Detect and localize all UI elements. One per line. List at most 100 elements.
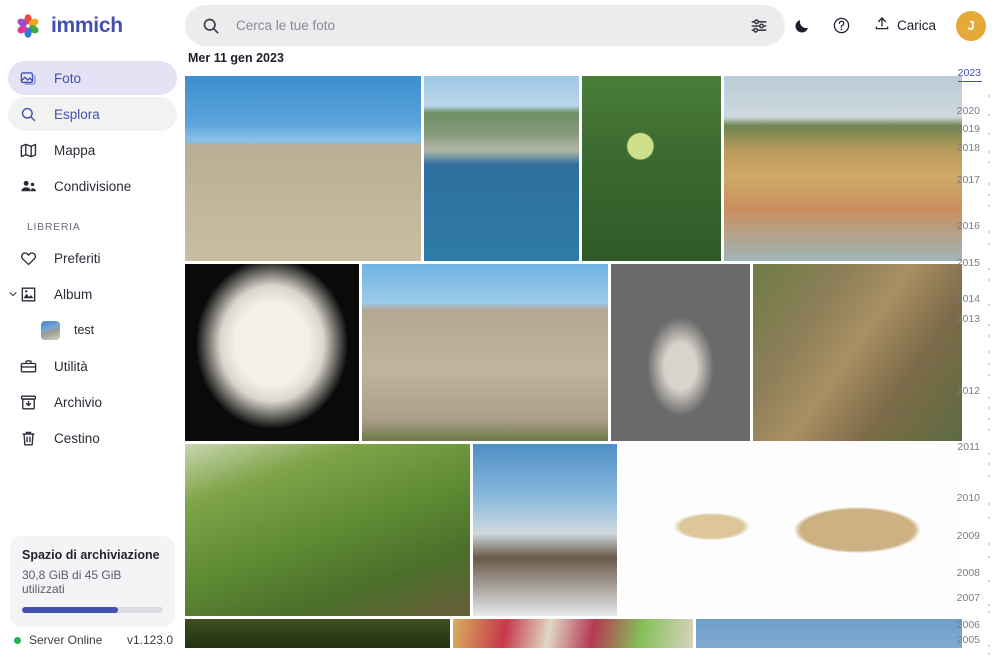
app-header: immich Cerca le tue foto Carica J (0, 0, 1000, 51)
sidebar-item-label: Mappa (54, 142, 96, 158)
scrubber-year[interactable]: 2015 (957, 257, 980, 269)
photo-grid-row (185, 619, 1000, 648)
scrubber-year[interactable]: 2014 (957, 293, 980, 305)
photo-colourful-flowers[interactable] (453, 619, 693, 648)
photo-snowy-village-roros[interactable] (473, 444, 617, 616)
photo-thumbnail (582, 76, 721, 261)
people-share-icon (19, 177, 38, 196)
scrubber-tick (988, 453, 990, 455)
scrubber-tick (988, 243, 990, 245)
scrubber-tick (988, 463, 990, 465)
scrubber-year[interactable]: 2006 (957, 619, 980, 631)
scrubber-year[interactable]: 2009 (957, 530, 980, 542)
scrubber-tick (988, 556, 990, 558)
immich-logo-icon (14, 12, 42, 40)
photo-grid-row (185, 444, 1000, 616)
photo-thumbnail (453, 619, 693, 648)
photo-thumbnail (424, 76, 579, 261)
scrubber-year[interactable]: 2018 (957, 142, 980, 154)
scrubber-year[interactable]: 2007 (957, 592, 980, 604)
photo-porcelain-tea-centrepiece[interactable] (611, 264, 750, 441)
search-input[interactable] (220, 18, 749, 33)
upload-button[interactable]: Carica (865, 9, 944, 43)
sidebar-section-label: LIBRERIA (27, 221, 81, 233)
sidebar-item-label: Album (54, 286, 93, 302)
brand[interactable]: immich (0, 0, 182, 51)
sidebar-item-label: Utilità (54, 358, 88, 374)
photo-thumbnail (620, 444, 959, 616)
scrubber-tick (988, 279, 990, 281)
avatar[interactable]: J (956, 10, 986, 41)
question-circle-icon[interactable] (825, 9, 859, 43)
tune-filter-icon[interactable] (749, 16, 769, 36)
scrubber-tick (988, 363, 990, 365)
brand-name: immich (51, 13, 123, 37)
photo-sea-grape-plant[interactable] (582, 76, 721, 261)
year-scrubber[interactable]: 2023 2020 2019 2018 2017 2016 2015 2014 2013 2012… (957, 51, 1000, 659)
sidebar-item-label: Esplora (54, 106, 100, 122)
scrubber-year[interactable]: 2017 (957, 174, 980, 186)
photo-coastal-cliff-beach[interactable] (724, 76, 962, 261)
sidebar-item-condivisione[interactable]: Condivisione (8, 169, 177, 203)
photo-marble-head-sculpture[interactable] (185, 264, 359, 441)
scrubber-year[interactable]: 2016 (957, 220, 980, 232)
sidebar-item-esplora[interactable]: Esplora (8, 97, 177, 131)
photo-grid-row (185, 264, 1000, 441)
scrubber-year[interactable]: 2012 (957, 385, 980, 397)
scrubber-year[interactable]: 2010 (957, 492, 980, 504)
date-header: Mer 11 gen 2023 (188, 51, 284, 65)
scrubber-tick (988, 205, 990, 207)
heart-icon (19, 249, 38, 268)
scrubber-year-current[interactable]: 2023 (957, 67, 983, 82)
photo-dubrovnik-harbour-tower[interactable] (424, 76, 579, 261)
photo-dubrovnik-fortress-wall[interactable] (185, 76, 421, 261)
sidebar-item-label: Cestino (54, 430, 100, 446)
sidebar-item-label: Condivisione (54, 178, 132, 194)
sidebar-item-label: Archivio (54, 394, 103, 410)
scrubber-tick (988, 324, 990, 326)
scrubber-year[interactable]: 2008 (957, 567, 980, 579)
photo-thumbnail (724, 76, 962, 261)
scrubber-tick (988, 503, 990, 505)
scrubber-tick (988, 304, 990, 306)
photo-thumbnail (696, 619, 962, 648)
scrubber-year[interactable]: 2011 (957, 441, 980, 453)
header-actions: Carica J (785, 0, 1000, 51)
scrubber-tick (988, 645, 990, 647)
photo-blue-sky[interactable] (696, 619, 962, 648)
photo-stone-castle-ruins[interactable] (362, 264, 608, 441)
photo-green-foliage[interactable] (185, 619, 450, 648)
scrubber-tick (988, 268, 990, 270)
scrubber-tick (988, 95, 990, 97)
search-bar[interactable] (184, 5, 785, 46)
sidebar-item-album[interactable]: Album (8, 277, 177, 311)
photo-library-icon (19, 69, 38, 88)
storage-title: Spazio di archiviazione (22, 548, 160, 562)
sidebar-item-mappa[interactable]: Mappa (8, 133, 177, 167)
photo-sand-lizard-on-leaves[interactable] (753, 264, 962, 441)
scrubber-tick (988, 374, 990, 376)
sidebar-item-foto[interactable]: Foto (8, 61, 177, 95)
scrubber-year[interactable]: 2019 (957, 123, 980, 135)
sidebar-item-cestino[interactable]: Cestino (8, 421, 177, 455)
photo-thumbnail (362, 264, 608, 441)
scrubber-year[interactable]: 2005 (957, 634, 980, 646)
map-icon (19, 141, 38, 160)
search-icon (19, 105, 38, 124)
status-dot-icon (14, 636, 21, 644)
photo-potatoes-on-white[interactable] (620, 444, 959, 616)
scrubber-year[interactable]: 2020 (957, 105, 980, 117)
sidebar-item-archivio[interactable]: Archivio (8, 385, 177, 419)
sidebar-item-album-test[interactable]: test (8, 313, 177, 347)
storage-panel: Spazio di archiviazione 30,8 GiB di 45 G… (10, 536, 175, 627)
scrubber-tick (988, 418, 990, 420)
chevron-down-icon[interactable] (7, 288, 19, 300)
server-version: v1.123.0 (126, 633, 173, 647)
photo-sand-lizard-on-moss[interactable] (185, 444, 470, 616)
storage-progress-bar (22, 607, 163, 613)
sidebar-item-preferiti[interactable]: Preferiti (8, 241, 177, 275)
moon-dark-mode-icon[interactable] (785, 9, 819, 43)
scrubber-year[interactable]: 2013 (957, 313, 980, 325)
photo-grid-area[interactable]: Mer 11 gen 2023 (185, 51, 1000, 659)
sidebar-item-utilita[interactable]: Utilità (8, 349, 177, 383)
